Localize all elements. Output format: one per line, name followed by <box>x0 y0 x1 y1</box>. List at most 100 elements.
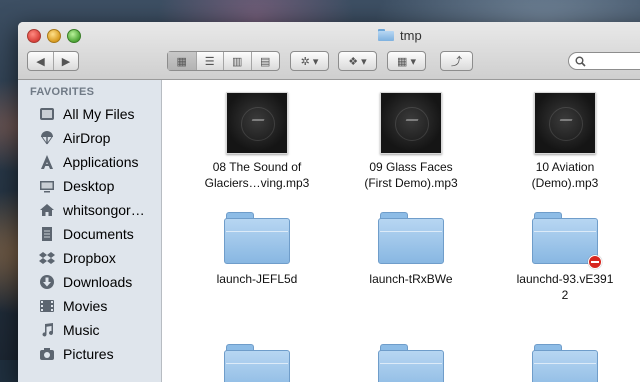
file-name-line1: 10 Aviation <box>535 160 595 174</box>
folder-name-line1: launchd-93.vE391 <box>516 272 614 286</box>
folder-icon <box>224 212 290 266</box>
share-button[interactable]: ⤴ <box>440 51 473 71</box>
arrange-icon: ▦ ▾ <box>397 55 416 68</box>
music-icon <box>38 321 56 339</box>
view-mode-control: ▦ ☰ ▥ ▤ <box>167 51 280 71</box>
home-icon <box>38 201 56 219</box>
folder-item[interactable] <box>336 344 486 382</box>
sidebar-item-music[interactable]: Music <box>18 318 161 342</box>
column-view-icon: ▥ <box>232 55 243 68</box>
file-name: 10 Aviation (Demo).mp3 <box>490 159 640 191</box>
sidebar-item-home[interactable]: whitsongor… <box>18 198 161 222</box>
back-button[interactable]: ◀ <box>28 52 53 70</box>
audio-file-icon <box>380 92 442 154</box>
forward-button[interactable]: ▶ <box>54 52 78 70</box>
sidebar-item-label: Music <box>63 322 100 338</box>
file-browser: 08 The Sound of Glaciers…ving.mp3 09 Gla… <box>162 80 640 382</box>
desktop-icon <box>38 177 56 195</box>
audio-file-icon <box>534 92 596 154</box>
folder-name: launch-tRxBWe <box>369 272 453 286</box>
movies-icon <box>38 297 56 315</box>
column-view-button[interactable]: ▥ <box>224 52 251 70</box>
file-name-line2: (Demo).mp3 <box>531 176 599 190</box>
back-arrow-icon: ◀ <box>36 55 45 68</box>
window-title-area: tmp <box>378 27 422 43</box>
sidebar-item-applications[interactable]: Applications <box>18 150 161 174</box>
back-forward-control: ◀ ▶ <box>27 51 79 71</box>
sidebar-item-dropbox[interactable]: Dropbox <box>18 246 161 270</box>
folder-icon <box>378 29 394 41</box>
arrange-menu-button[interactable]: ▦ ▾ <box>387 51 426 71</box>
sidebar-item-label: AirDrop <box>63 130 111 146</box>
search-field[interactable] <box>568 52 640 70</box>
applications-icon <box>38 153 56 171</box>
folder-item[interactable]: launch-JEFL5d <box>182 212 332 287</box>
folder-icon <box>532 212 602 269</box>
file-name: 08 The Sound of Glaciers…ving.mp3 <box>182 159 332 191</box>
forward-arrow-icon: ▶ <box>61 55 71 68</box>
toolbar: tmp ◀ ▶ ▦ ☰ ▥ ▤ ✲ ▾ ❖ ▾ ▦ ▾ ⤴ <box>18 22 640 80</box>
sidebar-item-downloads[interactable]: Downloads <box>18 270 161 294</box>
dropbox-icon <box>38 249 56 267</box>
folder-icon <box>532 344 598 382</box>
folder-name: launch-JEFL5d <box>216 272 298 286</box>
folder-item[interactable] <box>490 344 640 382</box>
sidebar-item-label: Dropbox <box>63 250 116 266</box>
file-name: 09 Glass Faces (First Demo).mp3 <box>336 159 486 191</box>
sidebar-item-movies[interactable]: Movies <box>18 294 161 318</box>
finder-window: tmp ◀ ▶ ▦ ☰ ▥ ▤ ✲ ▾ ❖ ▾ ▦ ▾ ⤴ FAVORITES … <box>18 22 640 382</box>
zoom-window-button[interactable] <box>67 29 81 43</box>
cover-flow-button[interactable]: ▤ <box>251 52 279 70</box>
icon-view-icon: ▦ <box>176 55 187 68</box>
sidebar-item-airdrop[interactable]: AirDrop <box>18 126 161 150</box>
window-title: tmp <box>400 27 422 43</box>
file-item[interactable]: 09 Glass Faces (First Demo).mp3 <box>336 92 486 191</box>
close-window-button[interactable] <box>27 29 41 43</box>
sidebar-item-label: Movies <box>63 298 108 314</box>
all-my-files-icon <box>38 105 56 123</box>
file-name-line2: Glaciers…ving.mp3 <box>204 176 310 190</box>
file-name-line1: 09 Glass Faces <box>369 160 453 174</box>
file-item[interactable]: 08 The Sound of Glaciers…ving.mp3 <box>182 92 332 191</box>
folder-item[interactable] <box>182 344 332 382</box>
list-view-button[interactable]: ☰ <box>196 52 223 70</box>
sidebar: FAVORITES All My Files AirDrop Applicati… <box>18 80 162 382</box>
downloads-icon <box>38 273 56 291</box>
sidebar-item-label: Documents <box>63 226 134 242</box>
airdrop-icon <box>38 129 56 147</box>
cover-flow-icon: ▤ <box>260 55 271 68</box>
sidebar-item-label: Downloads <box>63 274 133 290</box>
sidebar-item-pictures[interactable]: Pictures <box>18 342 161 366</box>
search-icon <box>575 56 586 67</box>
icon-view-button[interactable]: ▦ <box>168 52 196 70</box>
folder-icon <box>224 344 290 382</box>
sidebar-item-label: whitsongor… <box>63 202 145 218</box>
no-entry-badge-icon <box>588 255 602 269</box>
file-name-line2: (First Demo).mp3 <box>364 176 458 190</box>
share-icon: ⤴ <box>451 56 462 68</box>
documents-icon <box>38 225 56 243</box>
sidebar-heading: FAVORITES <box>30 86 95 98</box>
dropbox-menu-button[interactable]: ❖ ▾ <box>338 51 377 71</box>
folder-name-line2: 2 <box>561 288 569 302</box>
sidebar-item-desktop[interactable]: Desktop <box>18 174 161 198</box>
folder-icon <box>378 212 444 266</box>
action-menu-button[interactable]: ✲ ▾ <box>290 51 329 71</box>
audio-file-icon <box>226 92 288 154</box>
folder-item[interactable]: launch-tRxBWe <box>336 212 486 287</box>
folder-name: launchd-93.vE391 2 <box>490 271 640 303</box>
sidebar-item-label: Applications <box>63 154 139 170</box>
sidebar-item-all-my-files[interactable]: All My Files <box>18 102 161 126</box>
folder-item[interactable]: launchd-93.vE391 2 <box>490 212 640 303</box>
list-view-icon: ☰ <box>204 55 215 68</box>
file-item[interactable]: 10 Aviation (Demo).mp3 <box>490 92 640 191</box>
sidebar-item-label: Desktop <box>63 178 115 194</box>
sidebar-item-label: All My Files <box>63 106 135 122</box>
file-name-line1: 08 The Sound of <box>212 160 302 174</box>
minimize-window-button[interactable] <box>47 29 61 43</box>
dropbox-icon: ❖ ▾ <box>348 55 367 68</box>
sidebar-item-documents[interactable]: Documents <box>18 222 161 246</box>
pictures-icon <box>38 345 56 363</box>
gear-icon: ✲ ▾ <box>300 55 319 68</box>
folder-icon <box>378 344 444 382</box>
